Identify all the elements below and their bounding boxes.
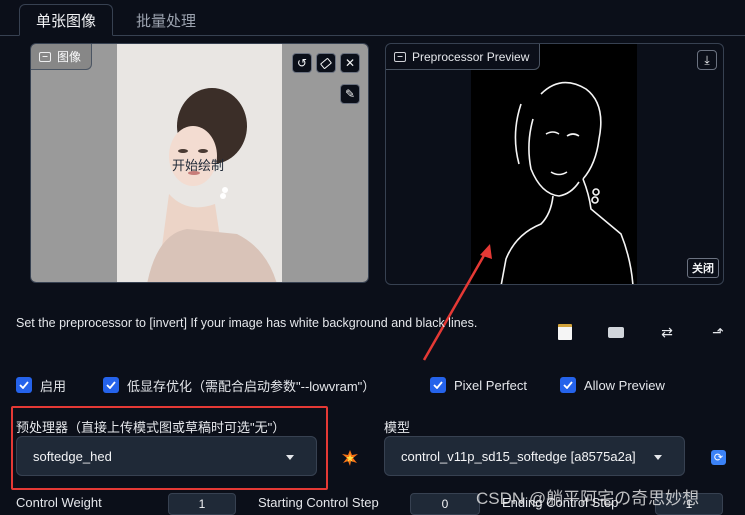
brush-button[interactable]: ✎ bbox=[340, 84, 360, 104]
preview-panel: Preprocessor Preview ⤓ 关闭 bbox=[385, 43, 724, 285]
check-icon bbox=[16, 377, 32, 393]
model-dropdown[interactable]: control_v11p_sd15_softedge [a8575a2a] bbox=[384, 436, 685, 476]
check-icon bbox=[103, 377, 119, 393]
memo-icon bbox=[558, 324, 572, 340]
undo-button[interactable]: ↺ bbox=[292, 53, 312, 73]
camera-button[interactable] bbox=[606, 322, 626, 342]
undo-icon: ↺ bbox=[296, 56, 308, 70]
preview-panel-label-text: Preprocessor Preview bbox=[412, 49, 530, 64]
model-value: control_v11p_sd15_softedge [a8575a2a] bbox=[401, 448, 636, 464]
run-preprocessor-button[interactable] bbox=[342, 450, 358, 466]
send-dimensions-icon: ⬏ bbox=[712, 323, 724, 340]
pixel-perfect-checkbox[interactable]: Pixel Perfect bbox=[430, 374, 527, 396]
preprocessor-highlight-box bbox=[11, 406, 328, 490]
control-weight-input[interactable]: 1 bbox=[168, 493, 236, 515]
allow-preview-label: Allow Preview bbox=[584, 377, 665, 393]
tab-batch[interactable]: 批量处理 bbox=[119, 4, 213, 36]
image-panel-label: 图像 bbox=[31, 44, 93, 70]
starting-step-label: Starting Control Step bbox=[258, 495, 379, 510]
image-icon bbox=[39, 51, 51, 62]
refresh-icon: ⟳ bbox=[713, 452, 724, 464]
low-vram-label: 低显存优化（需配合启动参数"--lowvram"） bbox=[127, 378, 376, 394]
swap-button[interactable]: ⇄ bbox=[657, 322, 677, 342]
control-weight-label: Control Weight bbox=[16, 495, 102, 510]
low-vram-checkbox[interactable]: 低显存优化（需配合启动参数"--lowvram"） bbox=[103, 374, 375, 396]
close-icon: ✕ bbox=[344, 56, 356, 70]
enable-checkbox[interactable]: 启用 bbox=[16, 374, 66, 396]
chevron-down-icon bbox=[654, 455, 662, 460]
image-panel-label-text: 图像 bbox=[57, 50, 82, 64]
preview-panel-label: Preprocessor Preview bbox=[386, 44, 541, 70]
image-icon bbox=[394, 51, 406, 62]
download-button[interactable]: ⤓ bbox=[697, 50, 717, 70]
invert-hint: Set the preprocessor to [invert] If your… bbox=[16, 316, 478, 330]
preview-close-button[interactable]: 关闭 bbox=[687, 258, 719, 278]
explosion-icon bbox=[342, 450, 358, 466]
preview-image bbox=[471, 44, 637, 284]
starting-step-input[interactable]: 0 bbox=[410, 493, 480, 515]
canvas-start-drawing-label: 开始绘制 bbox=[172, 158, 225, 173]
eraser-button[interactable] bbox=[316, 53, 336, 73]
brush-icon: ✎ bbox=[344, 87, 356, 101]
check-icon bbox=[430, 377, 446, 393]
allow-preview-checkbox[interactable]: Allow Preview bbox=[560, 374, 665, 396]
eraser-icon bbox=[319, 57, 333, 69]
image-canvas[interactable]: 开始绘制 bbox=[31, 44, 368, 282]
watermark: CSDN @躺平阿宅の奇思妙想 bbox=[476, 489, 700, 508]
image-panel: 开始绘制 图像 ↺ ✕ ✎ bbox=[30, 43, 369, 283]
refresh-models-button[interactable]: ⟳ bbox=[711, 450, 726, 465]
memo-button[interactable] bbox=[555, 322, 575, 342]
clear-button[interactable]: ✕ bbox=[340, 53, 360, 73]
model-label: 模型 bbox=[384, 420, 411, 435]
enable-label: 启用 bbox=[40, 378, 67, 394]
download-icon: ⤓ bbox=[704, 53, 710, 67]
tab-bar: 单张图像 批量处理 bbox=[0, 0, 745, 36]
send-dimensions-button[interactable]: ⬏ bbox=[708, 322, 728, 342]
swap-icon: ⇄ bbox=[661, 323, 673, 340]
check-icon bbox=[560, 377, 576, 393]
camera-icon bbox=[608, 326, 624, 338]
pixel-perfect-label: Pixel Perfect bbox=[454, 377, 527, 393]
tab-single-image[interactable]: 单张图像 bbox=[19, 4, 113, 36]
